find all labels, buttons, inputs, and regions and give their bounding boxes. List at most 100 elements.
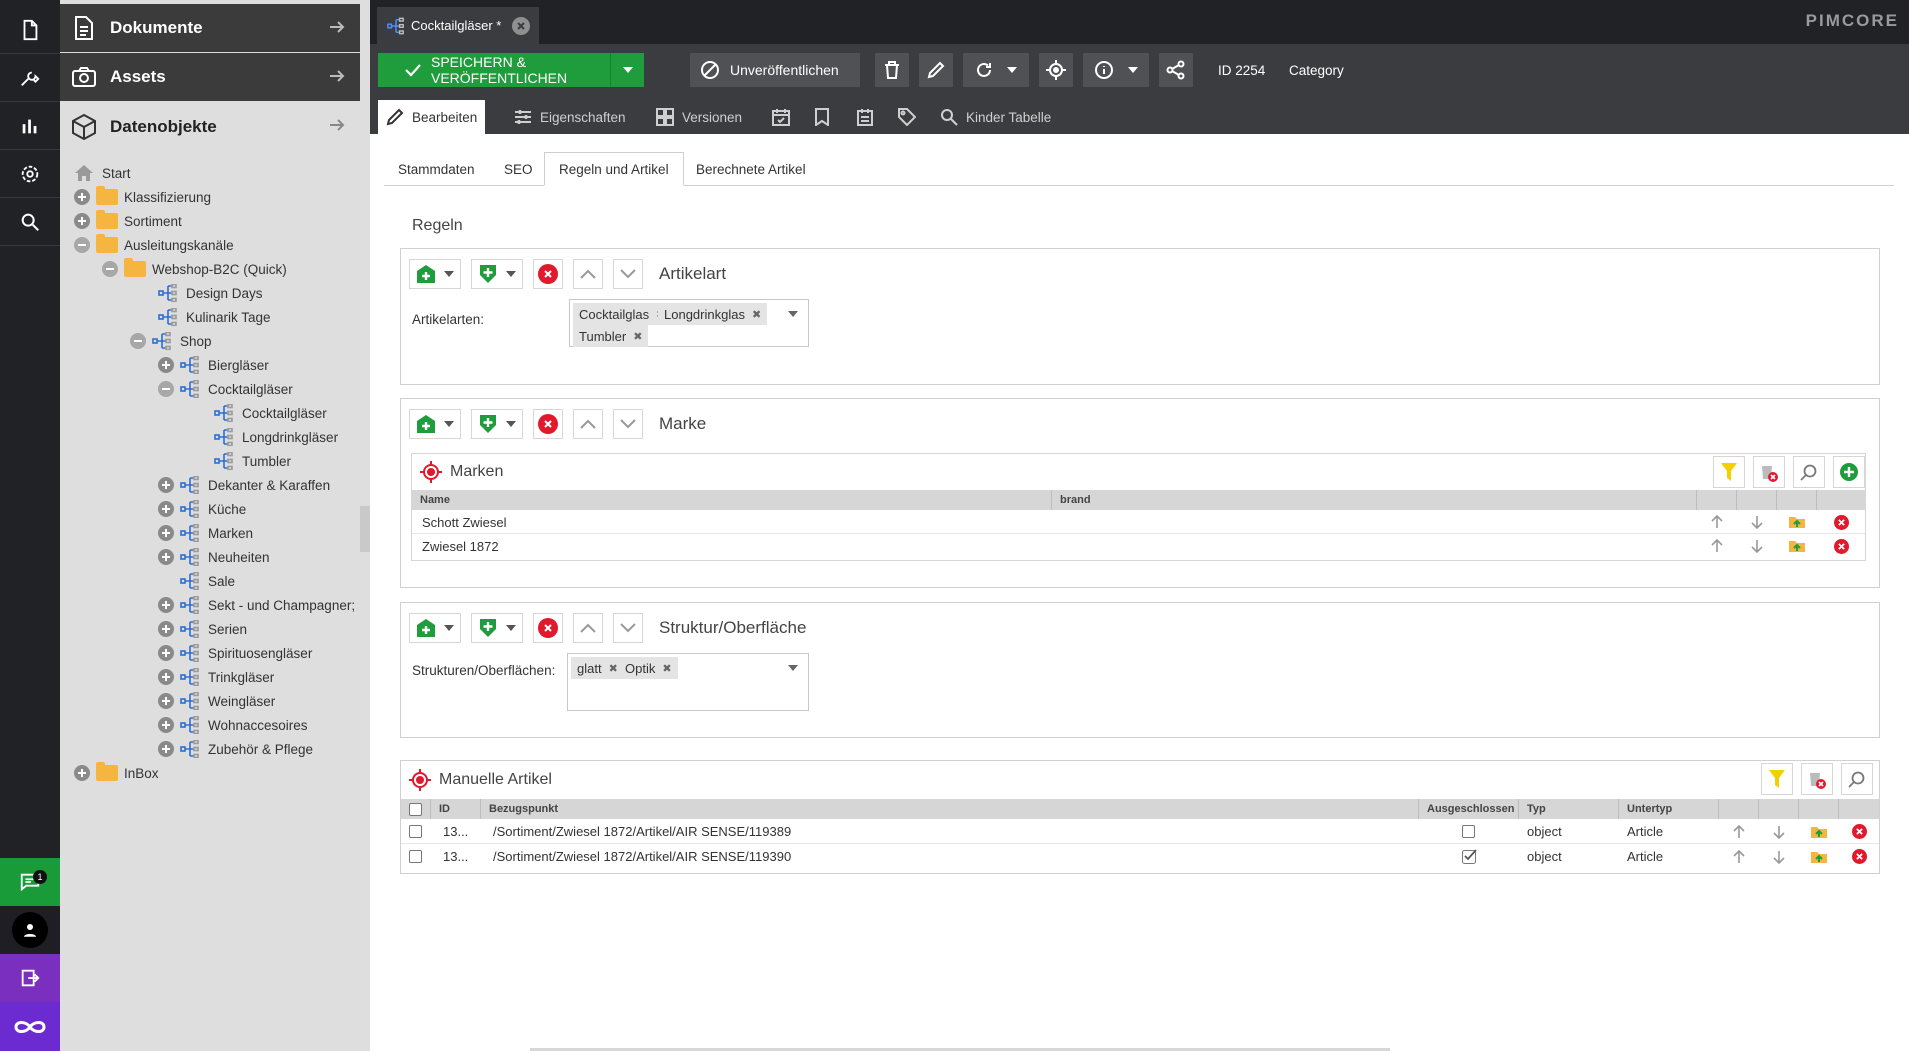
delete-button[interactable] <box>875 53 909 87</box>
filter-button[interactable] <box>1761 763 1793 795</box>
column-header-ausgeschlossen[interactable]: Ausgeschlossen <box>1419 799 1519 819</box>
column-header-brand[interactable]: brand <box>1052 490 1697 510</box>
save-options-dropdown[interactable] <box>610 53 644 87</box>
tree-collapse-handle[interactable] <box>360 506 370 552</box>
add-condition-button[interactable] <box>471 409 523 439</box>
move-down-button[interactable] <box>613 613 643 643</box>
open-folder-icon[interactable] <box>1785 534 1809 558</box>
tab-eigenschaften[interactable]: Eigenschaften <box>506 100 634 134</box>
tab-schedule[interactable] <box>764 100 806 134</box>
tab-notes[interactable] <box>806 100 846 134</box>
notifications-chat-icon[interactable]: 1 <box>0 858 60 906</box>
tree-node-sale[interactable]: Sale <box>180 569 235 593</box>
tools-nav-icon[interactable] <box>0 54 60 102</box>
add-rule-button[interactable] <box>409 613 461 643</box>
reports-nav-icon[interactable] <box>0 102 60 150</box>
tree-node-kueche[interactable]: Küche <box>158 497 246 521</box>
column-header-id[interactable]: ID <box>431 799 481 819</box>
tree-node-inbox[interactable]: InBox <box>74 761 159 785</box>
add-condition-button[interactable] <box>471 259 523 289</box>
select-all-checkbox[interactable] <box>401 799 431 819</box>
info-button[interactable] <box>1083 53 1149 87</box>
tree-node-trinkglaeser[interactable]: Trinkgläser <box>158 665 274 689</box>
move-down-button[interactable] <box>613 409 643 439</box>
user-profile-icon[interactable] <box>0 906 60 954</box>
excluded-checkbox-checked[interactable] <box>1462 844 1477 869</box>
tree-node-longdrinkglaeser[interactable]: Longdrinkgläser <box>214 425 338 449</box>
remove-rule-button[interactable] <box>533 613 563 643</box>
move-up-arrow-icon[interactable] <box>1727 844 1751 869</box>
logout-icon[interactable] <box>0 954 60 1002</box>
excluded-checkbox[interactable] <box>1462 819 1475 844</box>
subtab-regeln-und-artikel[interactable]: Regeln und Artikel <box>544 152 684 186</box>
reload-button[interactable] <box>963 53 1029 87</box>
move-up-arrow-icon[interactable] <box>1727 819 1751 844</box>
expand-plus-icon[interactable] <box>158 645 174 661</box>
tree-node-bierglaeser[interactable]: Biergläser <box>158 353 269 377</box>
expand-plus-icon[interactable] <box>74 765 90 781</box>
expand-plus-icon[interactable] <box>158 477 174 493</box>
column-header-bezugspunkt[interactable]: Bezugspunkt <box>481 799 1419 819</box>
tree-node-sekt[interactable]: Sekt - und Champagner; <box>158 593 355 617</box>
tree-node-marken[interactable]: Marken <box>158 521 253 545</box>
column-header-name[interactable]: Name <box>412 490 1052 510</box>
open-folder-icon[interactable] <box>1807 844 1831 869</box>
chevron-down-icon[interactable] <box>1007 67 1017 73</box>
add-button[interactable] <box>1833 456 1865 488</box>
expand-plus-icon[interactable] <box>158 501 174 517</box>
open-folder-icon[interactable] <box>1785 510 1809 534</box>
share-button[interactable] <box>1159 53 1193 87</box>
tab-versionen[interactable]: Versionen <box>648 100 750 134</box>
clear-button[interactable] <box>1801 763 1833 795</box>
remove-rule-button[interactable] <box>533 409 563 439</box>
remove-tag-icon[interactable]: ✖ <box>633 330 642 343</box>
open-folder-icon[interactable] <box>1807 819 1831 844</box>
subtab-seo[interactable]: SEO <box>490 152 547 186</box>
subtab-berechnete-artikel[interactable]: Berechnete Artikel <box>682 152 820 186</box>
expand-plus-icon[interactable] <box>74 213 90 229</box>
remove-tag-icon[interactable]: ✖ <box>752 308 761 321</box>
move-up-button[interactable] <box>573 613 603 643</box>
column-header-untertyp[interactable]: Untertyp <box>1619 799 1719 819</box>
row-checkbox[interactable] <box>409 844 422 869</box>
table-row[interactable]: 13... /Sortiment/Zwiesel 1872/Artikel/AI… <box>401 844 1879 869</box>
tree-node-start[interactable]: Start <box>74 161 131 185</box>
move-up-arrow-icon[interactable] <box>1705 534 1729 558</box>
dropdown-caret-icon[interactable] <box>788 311 798 317</box>
expand-plus-icon[interactable] <box>158 525 174 541</box>
tree-node-sortiment[interactable]: Sortiment <box>74 209 182 233</box>
unpublish-button[interactable]: Unveröffentlichen <box>690 53 860 87</box>
dropdown-caret-icon[interactable] <box>788 665 798 671</box>
rename-button[interactable] <box>919 53 953 87</box>
tree-node-zubehoer[interactable]: Zubehör & Pflege <box>158 737 313 761</box>
move-down-arrow-icon[interactable] <box>1745 534 1769 558</box>
tab-dependencies[interactable] <box>848 100 890 134</box>
locate-in-tree-button[interactable] <box>1039 53 1073 87</box>
collapse-minus-icon[interactable] <box>130 333 146 349</box>
remove-tag-icon[interactable]: ✖ <box>609 662 618 675</box>
table-row[interactable]: 13... /Sortiment/Zwiesel 1872/Artikel/AI… <box>401 819 1879 844</box>
expand-plus-icon[interactable] <box>158 621 174 637</box>
tree-node-wohnaccesoires[interactable]: Wohnaccesoires <box>158 713 308 737</box>
add-rule-button[interactable] <box>409 409 461 439</box>
table-row[interactable]: Zwiesel 1872 <box>412 534 1865 558</box>
remove-row-icon[interactable] <box>1829 534 1853 558</box>
expand-plus-icon[interactable] <box>74 189 90 205</box>
settings-gear-icon[interactable] <box>0 150 60 198</box>
collapse-minus-icon[interactable] <box>102 261 118 277</box>
accordion-assets[interactable]: Assets <box>60 53 360 101</box>
column-header-typ[interactable]: Typ <box>1519 799 1619 819</box>
remove-row-icon[interactable] <box>1829 510 1853 534</box>
expand-plus-icon[interactable] <box>158 717 174 733</box>
move-down-arrow-icon[interactable] <box>1745 510 1769 534</box>
filter-button[interactable] <box>1713 456 1745 488</box>
save-publish-button[interactable]: SPEICHERN & VERÖFFENTLICHEN <box>378 53 644 87</box>
search-button[interactable] <box>1793 456 1825 488</box>
remove-tag-icon[interactable]: ✖ <box>662 662 671 675</box>
expand-plus-icon[interactable] <box>158 549 174 565</box>
collapse-minus-icon[interactable] <box>158 381 174 397</box>
tab-kinder-tabelle[interactable]: Kinder Tabelle <box>932 100 1059 134</box>
move-down-arrow-icon[interactable] <box>1767 819 1791 844</box>
expand-plus-icon[interactable] <box>158 669 174 685</box>
close-tab-icon[interactable] <box>512 17 530 35</box>
